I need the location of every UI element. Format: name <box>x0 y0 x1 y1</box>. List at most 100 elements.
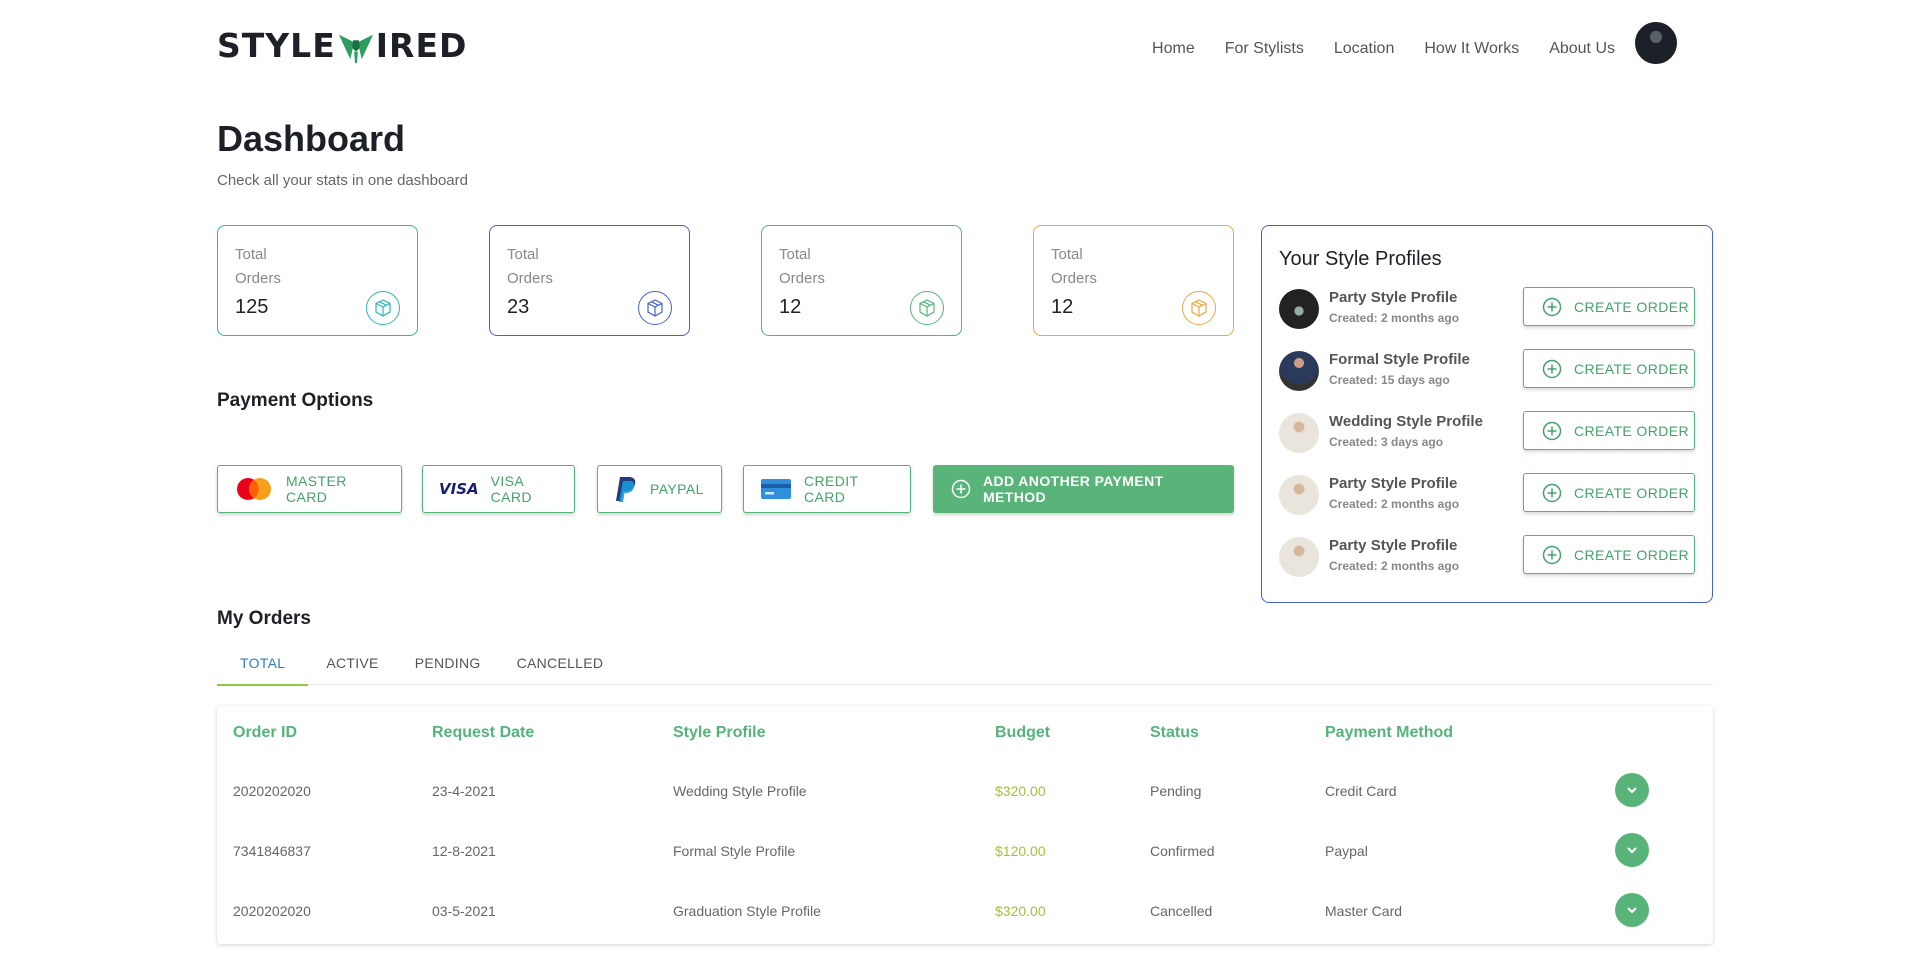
main-nav: Home For Stylists Location How It Works … <box>1122 22 1677 64</box>
create-order-label: CREATE ORDER <box>1574 360 1689 377</box>
orders-table: Order ID Request Date Style Profile Budg… <box>217 706 1713 944</box>
create-order-button[interactable]: CREATE ORDER <box>1523 411 1695 450</box>
payment-options-title: Payment Options <box>217 390 374 411</box>
column-header: Order ID <box>233 724 298 741</box>
box-icon <box>1182 291 1216 325</box>
credit-card-label: CREDIT CARD <box>804 473 859 505</box>
stat-label: Total Orders <box>779 246 825 287</box>
paypal-label: PAYPAL <box>650 481 704 497</box>
profile-created: Created: 15 days ago <box>1329 373 1450 387</box>
payment-method: Master Card <box>1325 903 1403 919</box>
chevron-down-icon <box>1627 907 1637 914</box>
table-row: 2020202020 23-4-2021 Wedding Style Profi… <box>217 773 1713 841</box>
nav-about-us[interactable]: About Us <box>1549 40 1615 58</box>
nav-how-it-works[interactable]: How It Works <box>1424 40 1519 58</box>
plus-circle-icon <box>1542 421 1562 441</box>
expand-row-button[interactable] <box>1615 833 1649 867</box>
stat-value: 12 <box>779 296 802 318</box>
page-subtitle: Check all your stats in one dashboard <box>217 172 468 189</box>
create-order-label: CREATE ORDER <box>1574 484 1689 501</box>
stat-value: 23 <box>507 296 530 318</box>
plus-circle-icon <box>1542 483 1562 503</box>
plus-circle-icon <box>951 479 971 499</box>
column-header: Request Date <box>432 724 535 741</box>
tab-total[interactable]: TOTAL <box>217 640 309 686</box>
master-card-button[interactable]: MASTER CARD <box>217 465 402 513</box>
profile-avatar <box>1279 413 1319 453</box>
create-order-button[interactable]: CREATE ORDER <box>1523 287 1695 326</box>
expand-row-button[interactable] <box>1615 773 1649 807</box>
nav-for-stylists[interactable]: For Stylists <box>1225 40 1304 58</box>
profile-name: Party Style Profile <box>1329 289 1458 306</box>
create-order-button[interactable]: CREATE ORDER <box>1523 535 1695 574</box>
profile-created: Created: 3 days ago <box>1329 435 1444 449</box>
add-payment-method-label: ADD ANOTHER PAYMENT METHOD <box>983 473 1164 505</box>
status: Confirmed <box>1150 843 1215 859</box>
budget: $120.00 <box>995 843 1046 859</box>
request-date: 03-5-2021 <box>432 903 496 919</box>
budget: $320.00 <box>995 783 1046 799</box>
box-icon <box>638 291 672 325</box>
user-avatar[interactable] <box>1635 22 1677 64</box>
logo[interactable]: STYLE IRED <box>217 26 467 65</box>
table-row: 2020202020 03-5-2021 Graduation Style Pr… <box>217 893 1713 957</box>
stat-card: Total Orders 12 <box>761 225 962 336</box>
profile-name: Wedding Style Profile <box>1329 413 1483 430</box>
style-profiles-title: Your Style Profiles <box>1279 248 1442 270</box>
stat-label: Total Orders <box>507 246 553 287</box>
paypal-button[interactable]: PAYPAL <box>597 465 722 513</box>
nav-location[interactable]: Location <box>1334 40 1395 58</box>
tab-pending[interactable]: PENDING <box>397 640 499 685</box>
stat-value: 12 <box>1051 296 1074 318</box>
stat-label: Total Orders <box>1051 246 1097 287</box>
status: Cancelled <box>1150 903 1213 919</box>
tab-cancelled[interactable]: CANCELLED <box>499 640 622 685</box>
create-order-label: CREATE ORDER <box>1574 422 1689 439</box>
profile-item: Wedding Style Profile Created: 3 days ag… <box>1279 411 1695 473</box>
profile-name: Formal Style Profile <box>1329 351 1470 368</box>
master-card-label: MASTER CARD <box>286 473 347 505</box>
profile-item: Party Style Profile Created: 2 months ag… <box>1279 535 1695 597</box>
create-order-label: CREATE ORDER <box>1574 546 1689 563</box>
credit-card-button[interactable]: CREDIT CARD <box>743 465 911 513</box>
profile-avatar <box>1279 351 1319 391</box>
page-title: Dashboard <box>217 118 406 159</box>
add-payment-method-button[interactable]: ADD ANOTHER PAYMENT METHOD <box>933 465 1234 513</box>
payment-method: Credit Card <box>1325 783 1397 799</box>
chevron-down-icon <box>1627 847 1637 854</box>
column-header: Budget <box>995 724 1051 741</box>
nav-home[interactable]: Home <box>1152 40 1195 58</box>
paypal-icon <box>614 475 638 503</box>
box-icon <box>366 291 400 325</box>
visa-card-button[interactable]: VISA VISA CARD <box>422 465 575 513</box>
plus-circle-icon <box>1542 297 1562 317</box>
logo-text-right: IRED <box>375 26 468 65</box>
profile-avatar <box>1279 289 1319 329</box>
profile-avatar <box>1279 475 1319 515</box>
style-profile: Formal Style Profile <box>673 843 796 859</box>
profile-avatar <box>1279 537 1319 577</box>
column-header: Style Profile <box>673 724 766 741</box>
profile-item: Party Style Profile Created: 2 months ag… <box>1279 473 1695 535</box>
orders-tabs: TOTAL ACTIVE PENDING CANCELLED <box>217 640 1713 686</box>
my-orders-title: My Orders <box>217 608 311 629</box>
bow-tie-icon <box>338 34 373 63</box>
profile-created: Created: 2 months ago <box>1329 497 1460 511</box>
payment-method: Paypal <box>1325 843 1368 859</box>
tab-active[interactable]: ACTIVE <box>308 640 396 685</box>
expand-row-button[interactable] <box>1615 893 1649 927</box>
profile-item: Party Style Profile Created: 2 months ag… <box>1279 287 1695 349</box>
order-id: 2020202020 <box>233 783 311 799</box>
mastercard-icon <box>234 477 274 501</box>
create-order-button[interactable]: CREATE ORDER <box>1523 349 1695 388</box>
create-order-button[interactable]: CREATE ORDER <box>1523 473 1695 512</box>
stat-card: Total Orders 12 <box>1033 225 1234 336</box>
budget: $320.00 <box>995 903 1046 919</box>
box-icon <box>910 291 944 325</box>
profile-name: Party Style Profile <box>1329 475 1458 492</box>
column-header: Status <box>1150 724 1199 741</box>
visa-card-label: VISA CARD <box>490 473 532 505</box>
style-profile: Graduation Style Profile <box>673 903 821 919</box>
visa-icon: VISA <box>439 480 479 498</box>
style-profiles-panel: Your Style Profiles Party Style Profile … <box>1261 225 1713 603</box>
